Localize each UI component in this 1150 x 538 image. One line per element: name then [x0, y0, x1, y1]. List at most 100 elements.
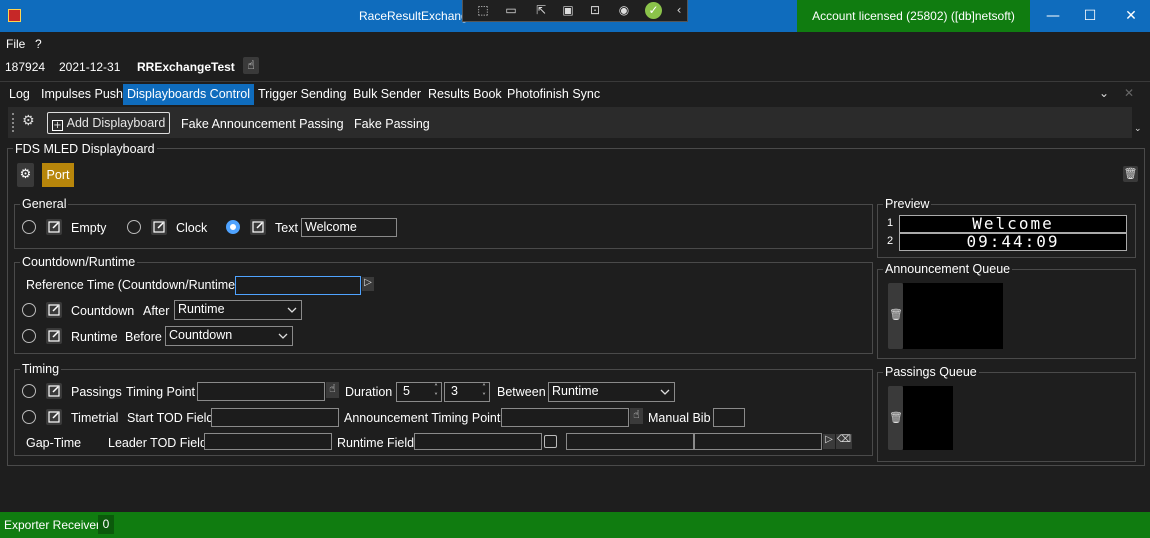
audio-icon[interactable]: ◉ — [616, 3, 632, 18]
menu-help[interactable]: ? — [35, 37, 42, 51]
window-capture-icon[interactable]: ▣ — [560, 3, 576, 18]
stepper-arrows-icon[interactable]: ˄ ˅ — [434, 383, 438, 401]
play-icon[interactable]: ▷ — [823, 434, 835, 449]
timetrial-label: Timetrial — [71, 411, 119, 425]
preview-title: Preview — [883, 197, 932, 211]
text-value-input[interactable]: Welcome — [301, 218, 397, 237]
backspace-icon[interactable]: ⌫ — [836, 434, 852, 449]
countdown-label: Countdown — [71, 304, 135, 318]
between-select-value: Runtime — [552, 384, 599, 398]
port-button[interactable]: Port — [42, 163, 74, 187]
tab-trigger-sending[interactable]: Trigger Sending — [254, 84, 350, 105]
after-label: After — [143, 304, 170, 318]
toolbar-overflow-icon[interactable]: ⌄ — [1134, 124, 1142, 134]
chevron-down-icon[interactable]: ⌄ — [1099, 86, 1109, 100]
exporter-receiver-count: 0 — [98, 515, 114, 534]
stepper-arrows-icon[interactable]: ˄ ˅ — [482, 383, 486, 401]
tab-log[interactable]: Log — [5, 84, 34, 105]
leader-tod-input[interactable] — [204, 433, 332, 450]
fake-passing-button[interactable]: Fake Passing — [354, 117, 430, 131]
gap-time-input-a[interactable] — [566, 433, 694, 450]
runtime-field-label: Runtime Field — [337, 436, 415, 450]
preview-line2: 09:44:09 — [899, 233, 1127, 251]
edit-countdown-icon[interactable] — [46, 302, 62, 318]
passings-queue-list[interactable] — [903, 386, 953, 450]
duration-b-value: 3 — [451, 384, 458, 398]
radio-countdown[interactable] — [22, 303, 36, 317]
license-badge: Account licensed (25802) ([db]netsoft) — [797, 0, 1030, 32]
tab-photofinish-sync[interactable]: Photofinish Sync — [503, 84, 604, 105]
delete-icon[interactable]: 🗑 — [889, 308, 903, 321]
reference-time-input[interactable] — [235, 276, 361, 295]
gap-time-input-b[interactable] — [694, 433, 822, 450]
edit-passings-icon[interactable] — [46, 383, 62, 399]
menu-file[interactable]: File — [6, 37, 25, 51]
maximize-button[interactable]: ☐ — [1067, 0, 1113, 32]
delete-board-icon[interactable]: 🗑 — [1123, 166, 1138, 182]
hand-pointer-icon[interactable]: ☝ — [630, 408, 643, 424]
edit-clock-icon[interactable] — [151, 219, 167, 235]
announcement-timing-point-input[interactable] — [501, 408, 629, 427]
snipping-toolbar: ⬚ ▭ ⇱ ▣ ⊡ ◉ ✓ ‹ — [462, 0, 688, 22]
before-select[interactable]: Countdown — [165, 326, 293, 346]
region-capture-icon[interactable]: ⊡ — [587, 3, 603, 18]
select-cursor-icon[interactable]: ⇱ — [533, 3, 549, 18]
announcement-queue-list[interactable] — [903, 283, 1003, 349]
tab-results-book[interactable]: Results Book — [424, 84, 506, 105]
radio-empty[interactable] — [22, 220, 36, 234]
gap-time-checkbox[interactable] — [544, 435, 557, 448]
between-select[interactable]: Runtime — [548, 382, 675, 402]
radio-passings[interactable] — [22, 384, 36, 398]
before-select-value: Countdown — [169, 328, 233, 342]
after-select[interactable]: Runtime — [174, 300, 302, 320]
after-select-value: Runtime — [178, 302, 225, 316]
edit-timetrial-icon[interactable] — [46, 409, 62, 425]
radio-clock[interactable] — [127, 220, 141, 234]
tab-displayboards-control[interactable]: Displayboards Control — [123, 84, 254, 105]
event-date: 2021-12-31 — [59, 60, 121, 74]
delete-icon[interactable]: 🗑 — [889, 411, 903, 424]
close-button[interactable]: ✕ — [1108, 0, 1150, 32]
gear-icon[interactable]: ⚙ — [22, 113, 35, 129]
exporter-receiver-label: Exporter Receiver — [4, 518, 101, 532]
manual-bib-input[interactable] — [713, 408, 745, 427]
radio-text[interactable] — [226, 220, 240, 234]
screenshot-icon[interactable]: ⬚ — [475, 3, 491, 18]
board-settings-icon[interactable]: ⚙ — [17, 163, 34, 187]
fake-announcement-passing-button[interactable]: Fake Announcement Passing — [181, 117, 344, 131]
start-tod-label: Start TOD Field — [127, 411, 214, 425]
app-icon — [8, 9, 21, 22]
start-tod-input[interactable] — [211, 408, 339, 427]
edit-runtime-icon[interactable] — [46, 328, 62, 344]
duration-a-stepper[interactable]: 5 ˄ ˅ — [396, 382, 442, 402]
manual-bib-label: Manual Bib — [648, 411, 711, 425]
timing-point-input[interactable] — [197, 382, 325, 401]
duration-b-stepper[interactable]: 3 ˄ ˅ — [444, 382, 490, 402]
preview-line1: Welcome — [899, 215, 1127, 233]
check-icon[interactable]: ✓ — [645, 2, 662, 19]
tab-bulk-sender[interactable]: Bulk Sender — [349, 84, 425, 105]
edit-empty-icon[interactable] — [46, 219, 62, 235]
reference-time-label: Reference Time (Countdown/Runtime) — [26, 278, 240, 292]
runtime-label: Runtime — [71, 330, 118, 344]
play-icon[interactable]: ▷ — [362, 277, 374, 291]
hand-pointer-icon[interactable]: ☝ — [326, 382, 339, 398]
tab-impulses-push[interactable]: Impulses Push — [37, 84, 127, 105]
toolbar-grip[interactable] — [12, 113, 14, 132]
radio-runtime[interactable] — [22, 329, 36, 343]
hand-pointer-icon[interactable]: ☝ — [243, 57, 259, 74]
runtime-field-input[interactable] — [414, 433, 542, 450]
add-displayboard-button[interactable]: + Add Displayboard — [47, 112, 171, 134]
add-icon: + — [52, 120, 63, 131]
add-displayboard-label: Add Displayboard — [66, 116, 166, 130]
chevron-left-icon[interactable]: ‹ — [671, 3, 687, 18]
passings-queue-title: Passings Queue — [883, 365, 979, 379]
radio-timetrial[interactable] — [22, 410, 36, 424]
displayboard-title: FDS MLED Displayboard — [13, 142, 157, 156]
record-icon[interactable]: ▭ — [503, 3, 519, 18]
close-tab-icon[interactable]: ✕ — [1124, 86, 1134, 100]
empty-label: Empty — [71, 221, 107, 235]
preview-line2-number: 2 — [887, 235, 894, 247]
text-label: Text — [275, 221, 298, 235]
edit-text-icon[interactable] — [250, 219, 266, 235]
